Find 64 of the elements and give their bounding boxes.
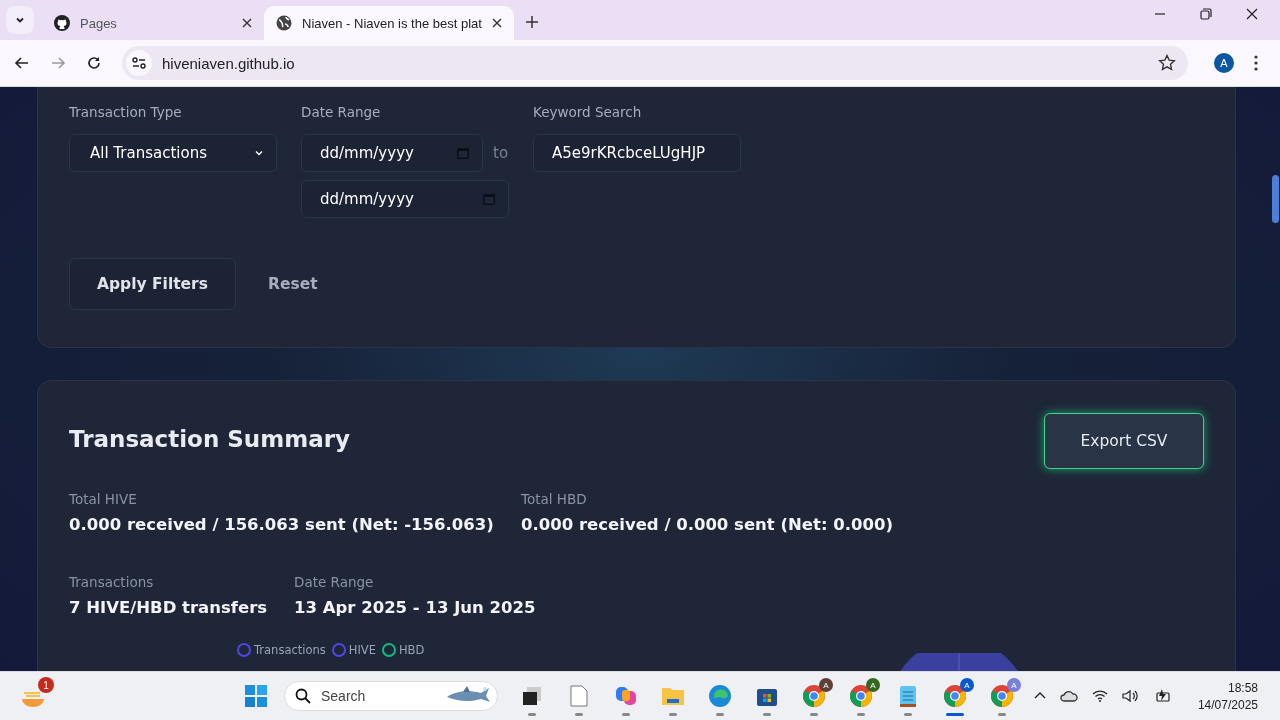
profile-badge: A (866, 678, 880, 692)
tab-title: Pages (80, 15, 118, 31)
stat-value: 13 Apr 2025 - 13 Jun 2025 (294, 598, 536, 617)
legend-label: Transactions (254, 643, 326, 657)
notepad-app-icon[interactable] (898, 684, 918, 708)
speaker-icon[interactable] (1121, 689, 1140, 703)
close-icon[interactable] (242, 18, 252, 28)
new-tab-icon[interactable] (525, 16, 538, 28)
menu-icon[interactable] (1254, 55, 1258, 71)
field-label: Date Range (301, 104, 382, 120)
restore-icon[interactable] (1200, 8, 1212, 20)
reset-button[interactable]: Reset (250, 267, 336, 301)
copilot-app-icon[interactable] (614, 685, 638, 707)
clock-time[interactable]: 18:58 (1227, 680, 1258, 695)
profile-avatar[interactable]: A (1214, 53, 1234, 73)
url-text: hiveniaven.github.io (162, 54, 296, 72)
stat-value: 0.000 received / 156.063 sent (Net: -156.063) (69, 515, 494, 534)
taskbar-search-field[interactable]: Search (284, 681, 498, 711)
stat-value: 7 HIVE/HBD transfers (69, 598, 268, 617)
browser-tab[interactable]: Pages (42, 6, 264, 40)
stat-label: Total HBD (521, 491, 587, 507)
taskview-app-icon[interactable] (521, 685, 543, 707)
tab-title: Niaven - Niaven is the best plat (302, 15, 482, 31)
close-icon[interactable] (491, 18, 502, 28)
stat-value: 0.000 received / 0.000 sent (Net: 0.000) (521, 515, 893, 534)
edge-app-icon[interactable] (708, 684, 732, 708)
apply-filters-button[interactable]: Apply Filters (69, 258, 236, 310)
search-icon (295, 688, 311, 704)
cloud-icon[interactable] (1059, 690, 1078, 702)
bookmark-star-icon[interactable] (1158, 54, 1176, 72)
stat-label: Transactions (69, 574, 154, 590)
stat-label: Total HIVE (69, 491, 137, 507)
field-label: Transaction Type (69, 104, 183, 120)
stat-label: Date Range (294, 574, 374, 590)
folder-app-icon[interactable] (661, 685, 685, 707)
forward-arrow-icon[interactable] (50, 55, 66, 71)
field-label: Keyword Search (533, 104, 643, 120)
keyword-search-field[interactable]: A5e9rKRcbceLUgHJP (533, 134, 741, 172)
globe-icon (276, 15, 292, 31)
battery-charging-icon[interactable] (1153, 689, 1172, 703)
cat-logo-icon (54, 15, 70, 31)
reload-icon[interactable] (86, 55, 102, 71)
browser-tab[interactable]: Niaven - Niaven is the best plat (264, 6, 514, 40)
profile-badge: A (1007, 678, 1021, 692)
section-title: Transaction Summary (69, 426, 351, 452)
export-csv-button[interactable]: Export CSV (1044, 413, 1204, 469)
clock-date[interactable]: 14/07/2025 (1197, 697, 1258, 712)
date-from-field[interactable]: dd/mm/yyyy (301, 134, 483, 172)
address-bar[interactable]: hiveniaven.github.io (122, 46, 1188, 80)
back-arrow-icon[interactable] (14, 55, 30, 71)
transaction-type-select[interactable]: All Transactions (69, 134, 277, 172)
profile-badge: A (819, 678, 833, 692)
profile-badge: A (960, 678, 974, 692)
legend-label: HIVE (348, 643, 376, 657)
close-icon[interactable] (1246, 8, 1258, 20)
legend-label: HBD (398, 643, 425, 657)
chevron-down-icon (254, 148, 264, 158)
to-text: to (493, 144, 509, 162)
scrollbar-thumb[interactable] (1272, 175, 1279, 223)
notification-badge: 1 (38, 677, 54, 693)
wifi-icon[interactable] (1091, 690, 1108, 702)
date-to-field[interactable]: dd/mm/yyyy (301, 180, 509, 218)
site-settings-icon[interactable] (126, 50, 152, 76)
windows-start-icon[interactable] (245, 685, 267, 707)
